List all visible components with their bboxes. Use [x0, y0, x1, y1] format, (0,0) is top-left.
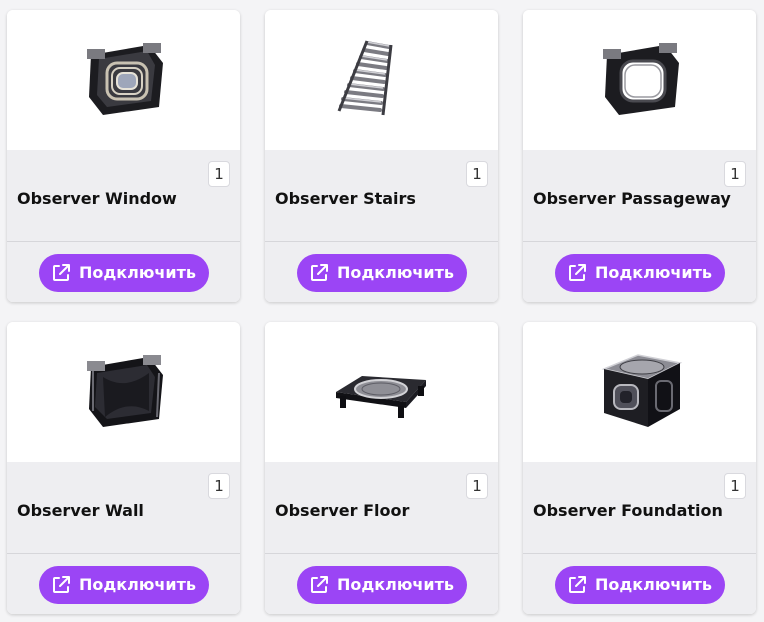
item-footer: Подключить: [265, 553, 498, 614]
item-footer: Подключить: [265, 241, 498, 302]
item-title: Observer Window: [17, 189, 177, 208]
item-info: 1 Observer Wall: [7, 462, 240, 553]
observer-window-icon: [86, 43, 163, 115]
item-title: Observer Passageway: [533, 189, 731, 208]
count-badge: 1: [466, 473, 488, 499]
item-card: 1 Observer Stairs Подключить: [265, 10, 498, 302]
item-image: [7, 10, 240, 150]
external-link-icon: [52, 575, 70, 593]
item-title: Observer Wall: [17, 501, 144, 520]
item-info: 1 Observer Floor: [265, 462, 498, 553]
connect-button[interactable]: Подключить: [554, 253, 725, 292]
item-info: 1 Observer Passageway: [523, 150, 756, 241]
connect-button-label: Подключить: [336, 575, 455, 594]
item-card: 1 Observer Foundation Подключить: [523, 322, 756, 614]
item-card: 1 Observer Floor Подключить: [265, 322, 498, 614]
connect-button[interactable]: Подключить: [296, 253, 467, 292]
connect-button[interactable]: Подключить: [296, 565, 467, 604]
item-card: 1 Observer Passageway Подключить: [523, 10, 756, 302]
connect-button-label: Подключить: [594, 575, 713, 594]
observer-wall-icon: [86, 355, 163, 427]
observer-floor-icon: [335, 376, 426, 418]
item-card: 1 Observer Window Подключить: [7, 10, 240, 302]
external-link-icon: [568, 263, 586, 281]
count-badge: 1: [208, 161, 230, 187]
connect-button-label: Подключить: [78, 263, 197, 282]
connect-button[interactable]: Подключить: [38, 565, 209, 604]
items-grid: 1 Observer Window Подключить 1 Observer …: [0, 0, 764, 622]
item-footer: Подключить: [523, 553, 756, 614]
external-link-icon: [568, 575, 586, 593]
connect-button-label: Подключить: [336, 263, 455, 282]
item-image: [265, 322, 498, 462]
external-link-icon: [52, 263, 70, 281]
observer-foundation-icon: [601, 354, 682, 427]
observer-passageway-icon: [602, 43, 679, 115]
item-title: Observer Floor: [275, 501, 410, 520]
observer-stairs-icon: [337, 40, 392, 116]
connect-button-label: Подключить: [78, 575, 197, 594]
count-badge: 1: [724, 161, 746, 187]
count-badge: 1: [208, 473, 230, 499]
item-info: 1 Observer Foundation: [523, 462, 756, 553]
item-footer: Подключить: [7, 553, 240, 614]
external-link-icon: [310, 263, 328, 281]
item-info: 1 Observer Window: [7, 150, 240, 241]
item-image: [265, 10, 498, 150]
item-footer: Подключить: [7, 241, 240, 302]
item-image: [523, 322, 756, 462]
item-card: 1 Observer Wall Подключить: [7, 322, 240, 614]
count-badge: 1: [724, 473, 746, 499]
external-link-icon: [310, 575, 328, 593]
item-title: Observer Foundation: [533, 501, 723, 520]
count-badge: 1: [466, 161, 488, 187]
item-image: [523, 10, 756, 150]
item-title: Observer Stairs: [275, 189, 416, 208]
item-footer: Подключить: [523, 241, 756, 302]
connect-button-label: Подключить: [594, 263, 713, 282]
connect-button[interactable]: Подключить: [38, 253, 209, 292]
item-info: 1 Observer Stairs: [265, 150, 498, 241]
connect-button[interactable]: Подключить: [554, 565, 725, 604]
item-image: [7, 322, 240, 462]
